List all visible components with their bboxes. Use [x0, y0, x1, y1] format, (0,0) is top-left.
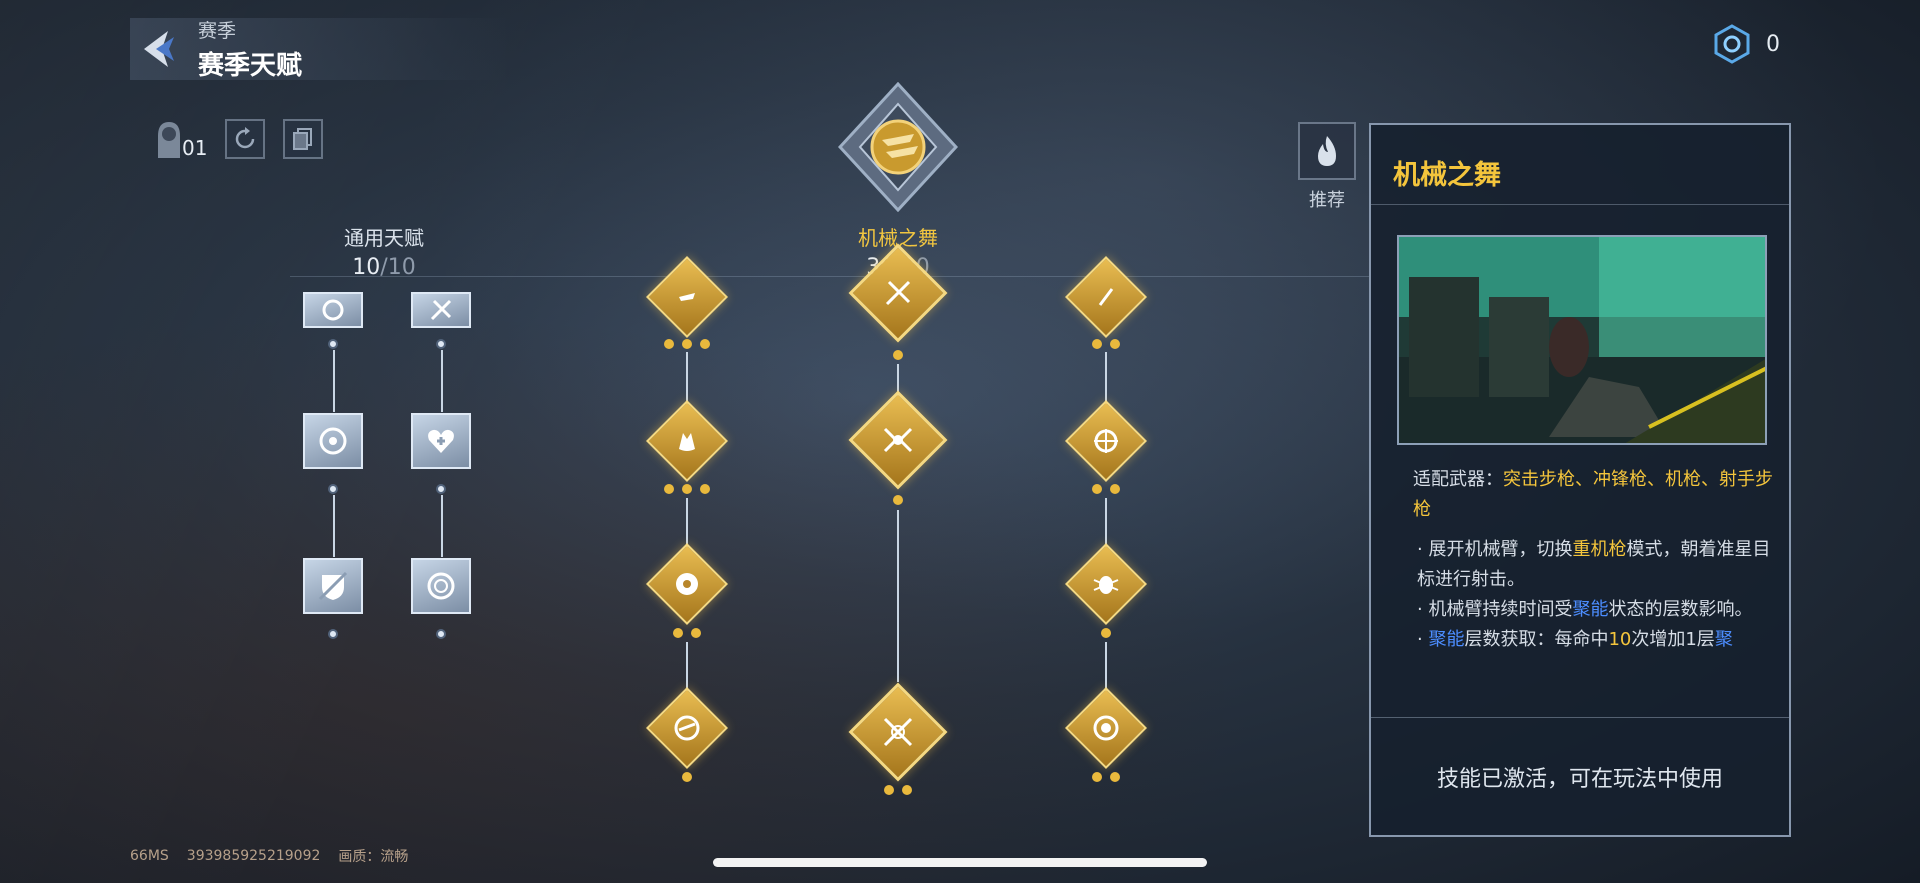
currency-value: 0: [1766, 31, 1780, 57]
node-level-dot: [682, 772, 692, 782]
talent-icon: [322, 299, 344, 321]
bug-icon: [1093, 576, 1119, 594]
recommend-label: 推荐: [1309, 190, 1345, 211]
node-level-dot: [902, 785, 912, 795]
general-talent-node[interactable]: [303, 558, 363, 614]
scope-icon: [1093, 715, 1119, 741]
activation-status: 技能已激活，可在玩法中使用: [1436, 766, 1723, 792]
weapon-compatibility: 适配武器：突击步枪、冲锋枪、机枪、射手步枪: [1413, 469, 1773, 520]
node-level-dot: [682, 339, 692, 349]
node-level-dot: [436, 484, 446, 494]
tree-connector: [333, 350, 335, 412]
node-level-dot: [328, 339, 338, 349]
header-subtitle: 赛季: [198, 20, 237, 42]
node-level-dot: [893, 495, 903, 505]
category-general[interactable]: 通用天赋 10/10: [320, 222, 448, 280]
general-talent-node[interactable]: [411, 292, 471, 328]
general-talent-node[interactable]: [411, 558, 471, 614]
node-level-dot: [328, 484, 338, 494]
slot-number: 01: [182, 136, 208, 160]
node-level-dot: [1092, 772, 1102, 782]
talent-icon: [1098, 288, 1114, 306]
back-button[interactable]: [130, 21, 190, 77]
general-talent-node[interactable]: [411, 413, 471, 469]
reset-icon: [236, 127, 255, 149]
tree-connector: [1105, 642, 1107, 692]
node-level-dot: [436, 339, 446, 349]
tree-connector: [441, 350, 443, 412]
node-level-dot: [1110, 772, 1120, 782]
tree-connector: [686, 642, 688, 692]
crosshair-icon: [319, 427, 347, 455]
talent-icon: [679, 293, 695, 301]
tree-connector: [897, 510, 899, 682]
category-name: 通用天赋: [344, 226, 424, 250]
recommend-button[interactable]: 推荐: [1298, 122, 1356, 212]
season-point-icon: [1714, 24, 1750, 64]
desc-line-3: · 聚能层数获取：每命中10次增加1层聚: [1417, 629, 1733, 650]
node-level-dot: [884, 785, 894, 795]
copy-button[interactable]: [283, 119, 324, 159]
node-level-dot: [1092, 484, 1102, 494]
gun-target-icon: [674, 715, 700, 741]
page-title: 赛季天赋: [198, 51, 303, 81]
player-id: 393985925219092: [186, 848, 321, 864]
reset-button[interactable]: [225, 119, 266, 159]
skill-preview-image: [1397, 235, 1767, 445]
footer-info: 66MS 393985925219092 画质：流畅: [130, 846, 408, 866]
general-talent-node[interactable]: [303, 413, 363, 469]
node-level-dot: [700, 484, 710, 494]
tree-connector: [333, 495, 335, 557]
desc-line-1: · 展开机械臂，切换重机枪模式，朝着准星目标进行射击。: [1417, 539, 1771, 590]
node-level-dot: [1092, 339, 1102, 349]
node-level-dot: [1110, 484, 1120, 494]
tree-connector: [1105, 498, 1107, 548]
shield-strike-icon: [318, 571, 348, 601]
node-level-dot: [673, 628, 683, 638]
flower-icon: [676, 573, 698, 595]
operator-slot-icon: [158, 122, 180, 158]
fire-icon: [1318, 136, 1336, 166]
talent-icon: [430, 299, 452, 321]
node-level-dot: [1110, 339, 1120, 349]
beast-claw-icon: [883, 427, 913, 453]
skill-description: · 展开机械臂，切换重机枪模式，朝着准星目标进行射击。 · 机械臂持续时间受聚能…: [1393, 535, 1773, 655]
node-level-dot: [664, 484, 674, 494]
tree-connector: [686, 352, 688, 404]
page-header: 赛季 赛季天赋: [130, 18, 510, 81]
operator-slot[interactable]: 01: [152, 118, 207, 160]
talent-icon: [885, 280, 911, 306]
currency-display: 0: [1712, 24, 1780, 64]
status-bar: 技能已激活，可在玩法中使用: [1371, 717, 1789, 835]
ping-value: 66MS: [130, 848, 169, 864]
node-level-dot: [1101, 628, 1111, 638]
node-level-dot: [436, 629, 446, 639]
copy-icon: [293, 128, 313, 150]
wolf-icon: [679, 433, 695, 451]
heart-plus-icon: [428, 429, 454, 453]
crossed-blades-icon: [883, 717, 913, 747]
node-level-dot: [682, 484, 692, 494]
back-arrow-icon: [144, 31, 174, 67]
season-talent-emblem[interactable]: [837, 81, 959, 213]
target-icon: [427, 572, 455, 600]
quality-setting: 画质：流畅: [338, 849, 409, 865]
talent-toolbar: 01: [152, 118, 324, 160]
talent-detail-panel: 机械之舞 适配武器：突击步枪、冲锋枪、机枪、射手步枪 · 展开机械臂，切换重机枪…: [1369, 123, 1791, 837]
tree-connector: [441, 495, 443, 557]
node-level-dot: [691, 628, 701, 638]
desc-line-2: · 机械臂持续时间受聚能状态的层数影响。: [1417, 599, 1753, 620]
node-level-dot: [700, 339, 710, 349]
tree-connector: [686, 498, 688, 548]
node-level-dot: [328, 629, 338, 639]
tree-connector: [1105, 352, 1107, 404]
crosshair-icon: [1094, 429, 1118, 453]
home-indicator[interactable]: [713, 858, 1207, 867]
node-level-dot: [893, 350, 903, 360]
mechanical-dance-emblem-icon: [837, 81, 959, 213]
general-talent-node[interactable]: [303, 292, 363, 328]
divider: [290, 276, 1370, 277]
panel-title: 机械之舞: [1393, 160, 1501, 191]
node-level-dot: [664, 339, 674, 349]
